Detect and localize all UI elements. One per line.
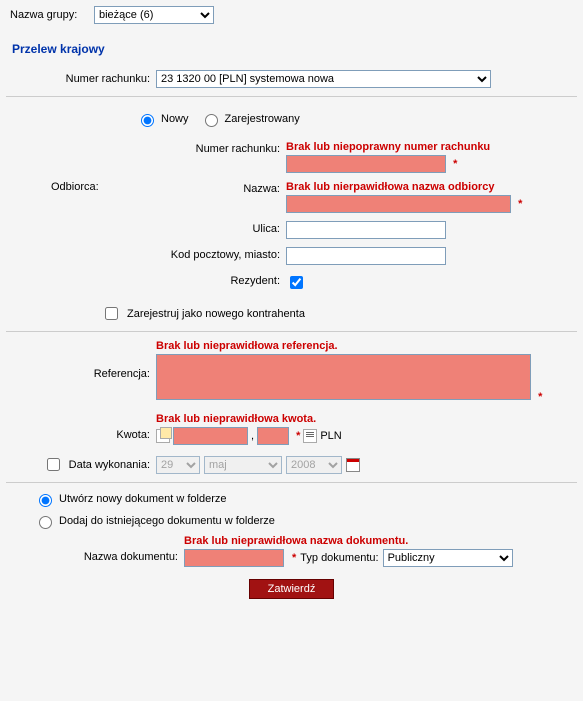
radio-new-label: Nowy bbox=[161, 113, 189, 125]
calendar-icon[interactable] bbox=[346, 458, 360, 472]
divider bbox=[6, 482, 577, 483]
exec-date-row: Data wykonania: 29 maj 2008 bbox=[6, 455, 577, 474]
amount-error: Brak lub nieprawidłowa kwota. bbox=[156, 413, 577, 425]
required-mark: * bbox=[296, 430, 300, 442]
group-label: Nazwa grupy: bbox=[6, 9, 94, 21]
required-mark: * bbox=[538, 391, 542, 403]
exec-date-label: Data wykonania: bbox=[69, 459, 150, 471]
recipient-account-error: Brak lub niepoprawny numer rachunku bbox=[286, 141, 577, 153]
recipient-name-label: Nazwa: bbox=[156, 181, 286, 195]
recipient-account-row: Numer rachunku: Brak lub niepoprawny num… bbox=[156, 141, 577, 173]
amount-major-input[interactable] bbox=[173, 427, 248, 445]
required-mark: * bbox=[518, 198, 522, 210]
radio-new[interactable] bbox=[141, 114, 154, 127]
recipient-name-input[interactable] bbox=[286, 195, 511, 213]
radio-registered[interactable] bbox=[205, 114, 218, 127]
recipient-name-row: Nazwa: Brak lub nierpawidłowa nazwa odbi… bbox=[156, 181, 577, 213]
amount-row: Kwota: Brak lub nieprawidłowa kwota. , *… bbox=[6, 413, 577, 445]
recipient-street-row: Ulica: bbox=[156, 221, 577, 239]
recipient-postal-label: Kod pocztowy, miasto: bbox=[156, 247, 286, 261]
doc-name-error: Brak lub nieprawidłowa nazwa dokumentu. bbox=[184, 535, 577, 547]
doc-name-label: Nazwa dokumentu: bbox=[6, 535, 184, 563]
recipient-block: Odbiorca: Numer rachunku: Brak lub niepo… bbox=[6, 141, 577, 300]
note-icon[interactable] bbox=[303, 429, 317, 443]
recipient-resident-row: Rezydent: bbox=[156, 273, 577, 292]
recipient-account-input[interactable] bbox=[286, 155, 446, 173]
reference-label: Referencja: bbox=[6, 340, 156, 380]
radio-doc-add[interactable] bbox=[39, 516, 52, 529]
recipient-postal-row: Kod pocztowy, miasto: bbox=[156, 247, 577, 265]
recipient-resident-checkbox[interactable] bbox=[290, 276, 303, 289]
account-row: Numer rachunku: 23 1320 00 [PLN] systemo… bbox=[6, 70, 577, 88]
exec-date-year[interactable]: 2008 bbox=[286, 456, 342, 474]
group-row: Nazwa grupy: bieżące (6) bbox=[6, 6, 577, 24]
recipient-name-error: Brak lub nierpawidłowa nazwa odbiorcy bbox=[286, 181, 577, 193]
exec-date-month[interactable]: maj bbox=[204, 456, 282, 474]
doc-option-add-row: Dodaj do istniejącego dokumentu w folder… bbox=[34, 513, 577, 529]
account-label: Numer rachunku: bbox=[6, 73, 156, 85]
recipient-street-label: Ulica: bbox=[156, 221, 286, 235]
recipient-section-label: Odbiorca: bbox=[6, 141, 156, 300]
doc-type-label: Typ dokumentu: bbox=[300, 552, 378, 564]
exec-date-checkbox[interactable] bbox=[47, 458, 60, 471]
recipient-postal-input[interactable] bbox=[286, 247, 446, 265]
amount-currency: PLN bbox=[320, 430, 341, 442]
section-title: Przelew krajowy bbox=[12, 42, 577, 56]
doc-option-new-row: Utwórz nowy dokument w folderze bbox=[34, 491, 577, 507]
amount-sep: , bbox=[251, 430, 254, 442]
divider bbox=[6, 96, 577, 97]
amount-minor-input[interactable] bbox=[257, 427, 289, 445]
register-new-label: Zarejestruj jako nowego kontrahenta bbox=[127, 308, 305, 320]
radio-registered-label: Zarejestrowany bbox=[225, 113, 300, 125]
account-select[interactable]: 23 1320 00 [PLN] systemowa nowa bbox=[156, 70, 491, 88]
radio-doc-add-label: Dodaj do istniejącego dokumentu w folder… bbox=[59, 515, 275, 527]
doc-name-input[interactable] bbox=[184, 549, 284, 567]
radio-doc-new-label: Utwórz nowy dokument w folderze bbox=[59, 493, 227, 505]
radio-doc-new[interactable] bbox=[39, 494, 52, 507]
recipient-account-label: Numer rachunku: bbox=[156, 141, 286, 155]
recipient-street-input[interactable] bbox=[286, 221, 446, 239]
doc-name-row: Nazwa dokumentu: Brak lub nieprawidłowa … bbox=[6, 535, 577, 567]
register-new-checkbox[interactable] bbox=[105, 307, 118, 320]
reference-input[interactable] bbox=[156, 354, 531, 400]
reference-row: Referencja: Brak lub nieprawidłowa refer… bbox=[6, 340, 577, 403]
divider bbox=[6, 331, 577, 332]
required-mark: * bbox=[292, 552, 296, 564]
recipient-type-row: Nowy Zarejestrowany bbox=[136, 111, 577, 127]
confirm-row: Zatwierdź bbox=[6, 579, 577, 599]
recipient-resident-label: Rezydent: bbox=[156, 273, 286, 287]
exec-date-day[interactable]: 29 bbox=[156, 456, 200, 474]
confirm-button[interactable]: Zatwierdź bbox=[249, 579, 335, 599]
required-mark: * bbox=[453, 158, 457, 170]
register-new-row: Zarejestruj jako nowego kontrahenta bbox=[101, 304, 577, 323]
group-select[interactable]: bieżące (6) bbox=[94, 6, 214, 24]
copy-icon[interactable] bbox=[156, 429, 170, 443]
doc-type-select[interactable]: Publiczny bbox=[383, 549, 513, 567]
reference-error: Brak lub nieprawidłowa referencja. bbox=[156, 340, 577, 352]
amount-label: Kwota: bbox=[6, 413, 156, 441]
